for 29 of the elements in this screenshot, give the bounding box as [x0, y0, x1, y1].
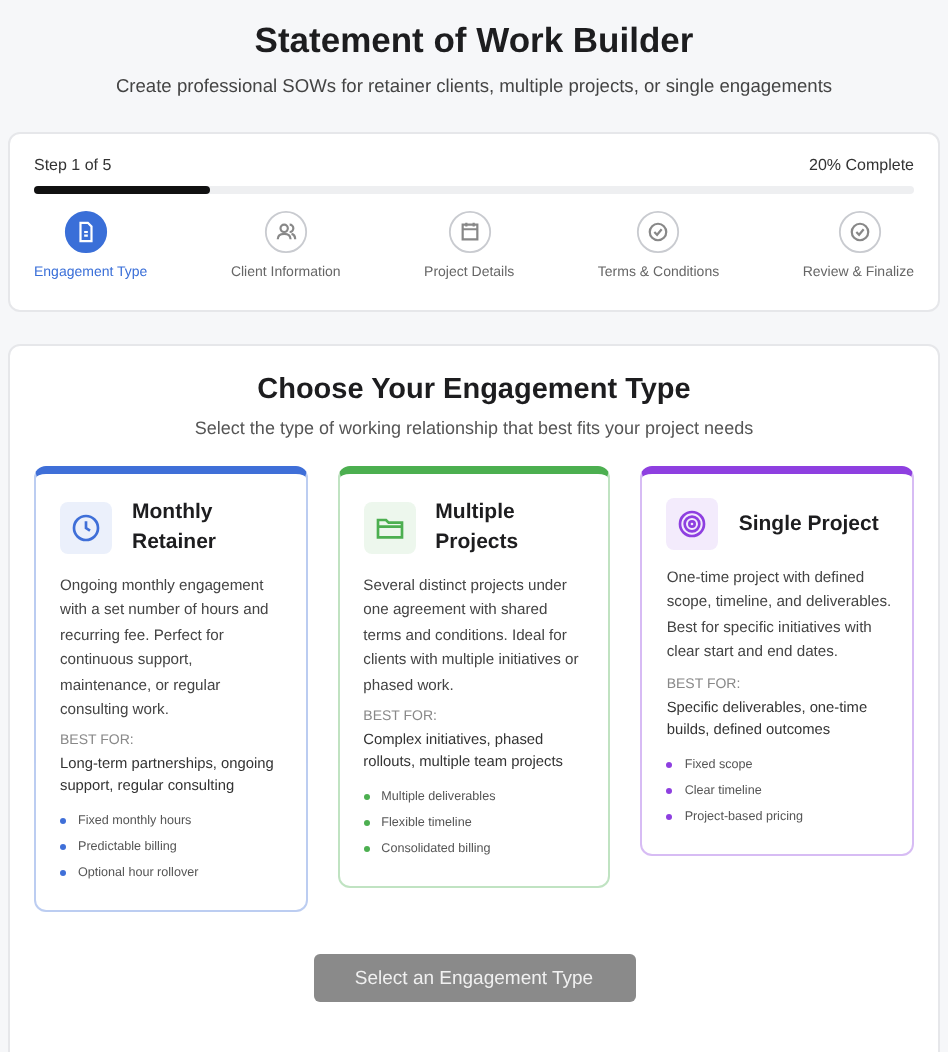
- bullet-dot: [666, 761, 673, 768]
- percent-complete: 20% Complete: [809, 156, 914, 174]
- section-title: Choose Your Engagement Type: [255, 374, 693, 406]
- check-circle-icon: [636, 210, 681, 254]
- clock-icon: [60, 502, 112, 554]
- section-subtitle: Select the type of working relationship that best fits your project needs: [192, 418, 756, 438]
- calendar-icon: [447, 210, 492, 254]
- engagement-card[interactable]: [34, 466, 308, 913]
- target-icon: [666, 498, 719, 550]
- card-title: Multiple Projects: [435, 498, 521, 558]
- page-subtitle: Create professional SOWs for retainer clients, multiple projects, or single engagements: [113, 76, 835, 96]
- bullet-dot: [666, 787, 673, 794]
- page-title: Statement of Work Builder: [252, 20, 696, 62]
- bullet-dot: [363, 794, 370, 801]
- card-title: Monthly Retainer: [132, 498, 219, 558]
- bullet-dot: [60, 818, 66, 825]
- bullet-dot: [60, 844, 66, 851]
- bullet-dot: [363, 846, 370, 853]
- engagement-card[interactable]: [337, 466, 611, 889]
- document-icon: [64, 210, 108, 254]
- folder-icon: [363, 502, 416, 554]
- step-counter: Step 1 of 5: [34, 156, 112, 174]
- card-title: Single Project: [738, 509, 879, 539]
- check-circle-icon: [837, 210, 882, 254]
- bullet-dot: [363, 820, 370, 827]
- people-icon: [263, 210, 308, 254]
- bullet-dot: [666, 813, 673, 820]
- bullet-dot: [60, 870, 66, 877]
- engagement-card[interactable]: [640, 466, 915, 856]
